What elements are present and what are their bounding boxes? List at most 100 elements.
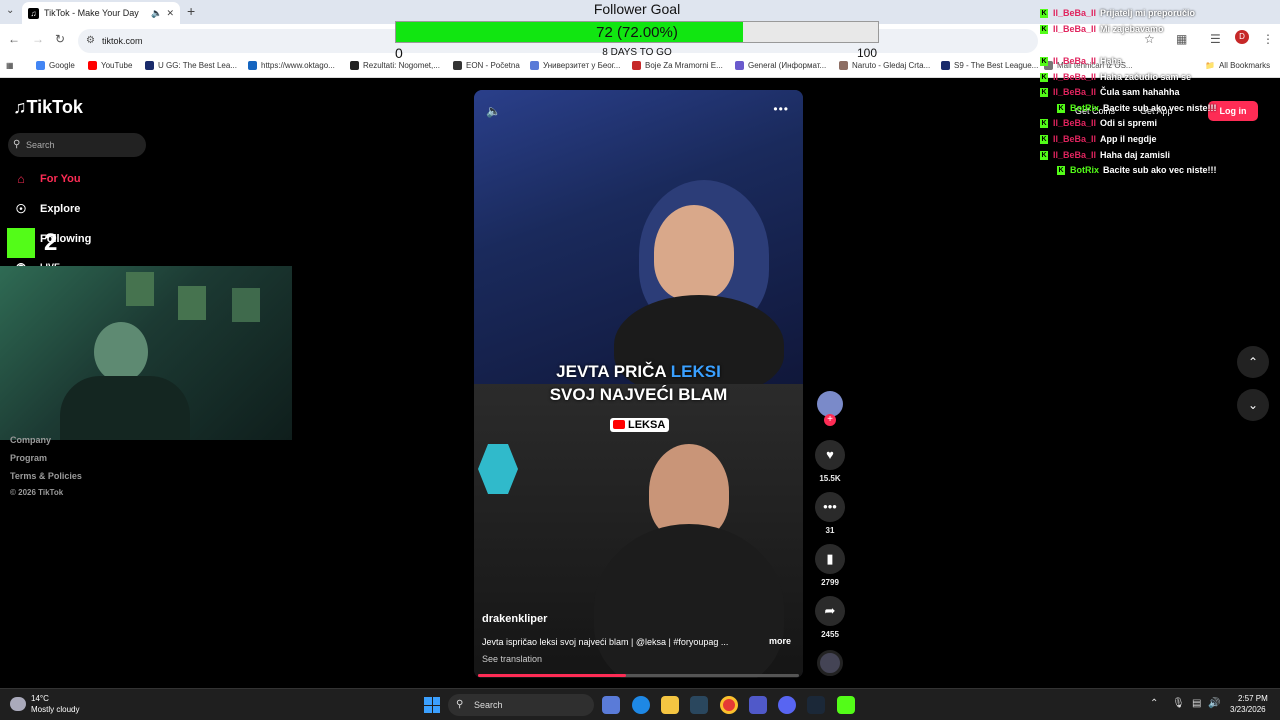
kick-overlay-digit: 2 — [44, 229, 58, 256]
new-tab-button[interactable]: + — [187, 3, 195, 19]
reload-icon[interactable]: ↻ — [55, 32, 65, 46]
microphone-icon[interactable]: 🎙 — [1172, 698, 1185, 709]
clock-date[interactable]: 3/23/2026 — [1230, 705, 1266, 714]
bookmark-youtube[interactable]: YouTube — [88, 61, 132, 70]
tray-overflow-icon[interactable]: ⌃ — [1150, 698, 1158, 709]
kick-app-icon[interactable] — [837, 696, 855, 714]
bookmark-boje[interactable]: Boje Za Mramorni E... — [632, 61, 723, 70]
chat-username: BotRix — [1070, 103, 1099, 113]
windows-start-icon[interactable] — [424, 697, 440, 713]
footer-terms[interactable]: Terms & Policies — [10, 471, 82, 481]
tiktok-logo[interactable]: ♫TikTok — [13, 97, 83, 118]
tab-search-chevron-icon[interactable]: ⌄ — [6, 5, 14, 16]
host-face — [654, 205, 734, 300]
comment-icon[interactable]: ••• — [815, 492, 845, 522]
chat-username: Il_BeBa_Il — [1053, 56, 1097, 66]
see-translation-link[interactable]: See translation — [482, 654, 542, 664]
save-action[interactable]: ▮ 2799 — [815, 544, 845, 587]
previous-video-button[interactable]: ⌃ — [1237, 346, 1269, 378]
chat-message: K BotRix Bacite sub ako vec niste!!! — [1057, 101, 1217, 115]
bookmark-s9[interactable]: S9 - The Best League... — [941, 61, 1038, 70]
video-author[interactable]: drakenkliper — [482, 613, 547, 625]
network-icon[interactable]: ▤ — [1192, 698, 1201, 709]
video-description: Jevta ispričao leksi svoj najveći blam |… — [482, 637, 729, 647]
steam-icon[interactable] — [807, 696, 825, 714]
forward-icon[interactable]: → — [32, 32, 44, 46]
close-tab-icon[interactable]: ✕ — [166, 8, 174, 19]
chat-text: Prijatelj mi preporučio — [1100, 8, 1196, 18]
chat-text: Bacite sub ako vec niste!!! — [1103, 103, 1217, 113]
copilot-icon[interactable] — [602, 696, 620, 714]
comment-action[interactable]: ••• 31 — [815, 492, 845, 535]
kick-badge-icon: K — [1057, 103, 1065, 113]
share-icon[interactable]: ➦ — [815, 596, 845, 626]
search-input[interactable]: ⚲ Search — [8, 133, 146, 157]
footer-company[interactable]: Company — [10, 435, 51, 445]
browser-tab[interactable]: ♫ TikTok - Make Your Day 🔈 ✕ — [22, 2, 180, 24]
heart-icon[interactable]: ♥ — [815, 440, 845, 470]
file-explorer-icon[interactable] — [661, 696, 679, 714]
streamer-head — [94, 322, 148, 382]
discord-icon[interactable] — [778, 696, 796, 714]
video-caption-line2: SVOJ NAJVEĆI BLAM — [549, 385, 728, 404]
share-action[interactable]: ➦ 2455 — [815, 596, 845, 639]
chat-message: K Il_BeBa_Il Mi zajebavamo — [1040, 22, 1164, 36]
chat-username: Il_BeBa_Il — [1053, 72, 1097, 82]
chat-message: K Il_BeBa_Il Haha daj zamisli — [1040, 148, 1170, 162]
bookmark-google[interactable]: Google — [36, 61, 75, 70]
weather-condition[interactable]: Mostly cloudy — [31, 705, 79, 714]
home-icon: ⌂ — [17, 172, 25, 186]
description-more-link[interactable]: more — [769, 636, 791, 646]
weather-temperature[interactable]: 14°C — [31, 694, 49, 703]
search-icon: ⚲ — [13, 139, 21, 150]
site-info-icon[interactable]: ⚙ — [86, 29, 95, 53]
volume-tray-icon[interactable]: 🔊 — [1208, 698, 1220, 709]
streamer-body — [60, 376, 190, 440]
taskbar-search[interactable]: ⚲ Search — [448, 694, 594, 716]
wall-poster — [126, 272, 154, 306]
chat-username: BotRix — [1070, 165, 1099, 175]
speaker-icon[interactable]: 🔈 — [151, 8, 162, 19]
kick-badge-icon: K — [1040, 150, 1048, 160]
search-icon: ⚲ — [456, 699, 464, 710]
sound-disc[interactable] — [817, 650, 843, 676]
bookmark-ugg[interactable]: U GG: The Best Lea... — [145, 61, 237, 70]
chat-username: Il_BeBa_Il — [1053, 150, 1097, 160]
video-player[interactable]: JEVTA PRIČA LEKSI SVOJ NAJVEĆI BLAM LEKS… — [474, 90, 803, 678]
chat-text: Mi zajebavamo — [1100, 24, 1164, 34]
volume-icon[interactable]: 🔈 — [486, 104, 501, 118]
chat-username: Il_BeBa_Il — [1053, 8, 1097, 18]
nav-for-you[interactable]: ⌂ For You — [13, 172, 80, 186]
chat-message: K BotRix Bacite sub ako vec niste!!! — [1057, 163, 1217, 177]
back-icon[interactable]: ← — [8, 32, 20, 46]
bookmark-rezultati[interactable]: Rezultati: Nogomet,... — [350, 61, 440, 70]
bookmark-oktagon[interactable]: https://www.oktago... — [248, 61, 335, 70]
chevron-down-icon: ⌄ — [1247, 398, 1259, 412]
chat-username: Il_BeBa_Il — [1053, 87, 1097, 97]
compass-icon: ☉ — [15, 202, 27, 216]
chat-message: K Il_BeBa_Il Haha — [1040, 54, 1122, 68]
more-options-icon[interactable]: ••• — [773, 102, 789, 116]
edge-icon[interactable] — [632, 696, 650, 714]
follow-plus-icon[interactable]: + — [824, 414, 836, 426]
chat-text: Haha — [1100, 56, 1123, 66]
teams-icon[interactable] — [749, 696, 767, 714]
like-action[interactable]: ♥ 15.5K — [815, 440, 845, 483]
kick-badge-icon: K — [1040, 56, 1048, 66]
clock-time[interactable]: 2:57 PM — [1238, 694, 1268, 703]
bookmark-icon[interactable]: ▮ — [815, 544, 845, 574]
bookmark-general[interactable]: General (Информат... — [735, 61, 826, 70]
chat-message: K Il_BeBa_Il Prijatelj mi preporučio — [1040, 6, 1195, 20]
apps-grid-icon[interactable]: ▦ — [6, 61, 14, 70]
bookmark-univerzitet[interactable]: Универзитет у Беог... — [530, 61, 620, 70]
tiktok-favicon-icon: ♫ — [28, 7, 39, 19]
bookmark-naruto[interactable]: Naruto - Gledaj Crta... — [839, 61, 930, 70]
footer-program[interactable]: Program — [10, 453, 47, 463]
nav-explore[interactable]: ☉ Explore — [13, 202, 81, 216]
chrome-icon[interactable] — [720, 696, 738, 714]
steam-icon[interactable] — [690, 696, 708, 714]
video-progress-bar[interactable] — [478, 674, 799, 677]
next-video-button[interactable]: ⌄ — [1237, 389, 1269, 421]
chat-text: Haha začudio sam se — [1100, 72, 1192, 82]
bookmark-eon[interactable]: EON - Početna — [453, 61, 520, 70]
